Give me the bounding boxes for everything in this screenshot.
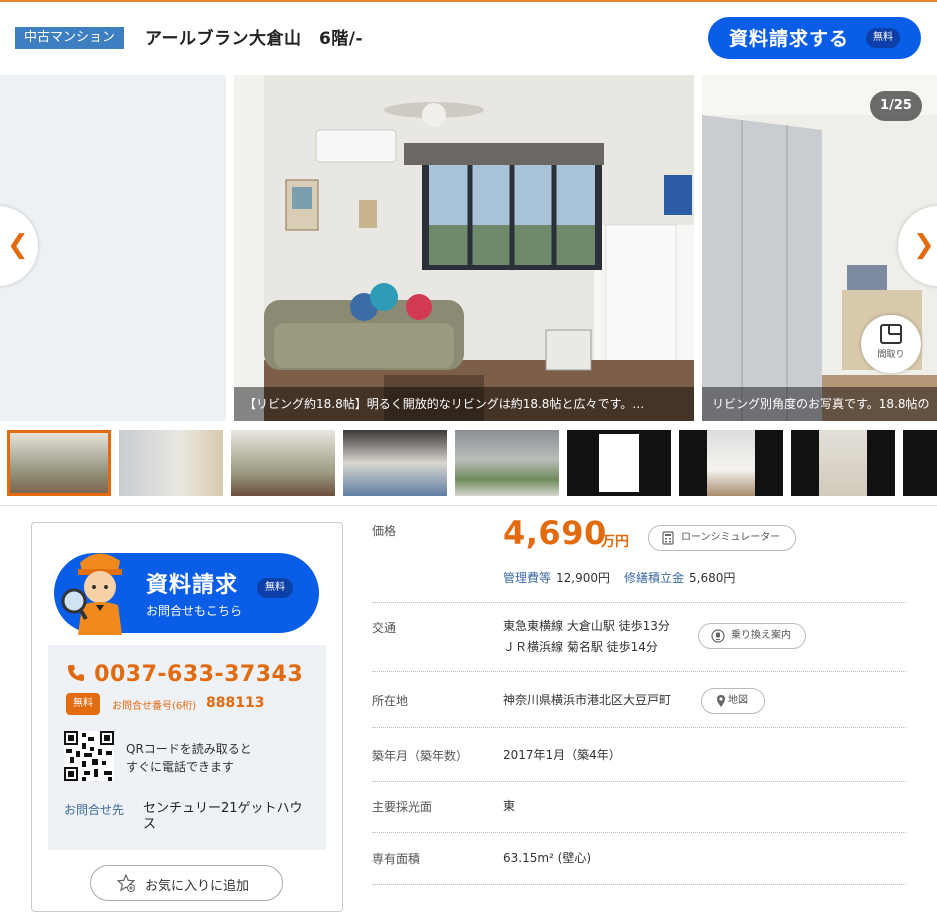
floorplan-thumbnail-image (599, 434, 639, 492)
request-main-label: 資料請求 (146, 573, 239, 598)
inquiry-number-label: お問合せ番号(6桁) (112, 701, 197, 712)
agent-label: お問合せ先 (64, 803, 125, 817)
free-call-badge: 無料 (66, 693, 100, 715)
price-value: 4,690 (503, 514, 607, 552)
request-sub-label: お問合せもこちら (146, 604, 243, 618)
train-icon (711, 629, 725, 643)
qr-code-icon (64, 731, 114, 781)
address-label: 所在地 (372, 694, 409, 708)
transfer-guide-label: 乗り換え案内 (731, 630, 791, 641)
repair-fund-value: 5,680円 (689, 571, 736, 585)
thumbnail-4[interactable] (343, 430, 447, 496)
add-favorite-label: お気に入りに追加 (145, 879, 250, 894)
row-divider (372, 671, 906, 672)
thumbnail-8[interactable] (791, 430, 895, 496)
lighting-label: 主要採光面 (372, 800, 433, 814)
inquiry-number: 888113 (206, 695, 265, 711)
main-photo[interactable]: 【リビング約18.8帖】明るく開放的なリビングは約18.8帖と広々です。… (234, 75, 694, 421)
free-badge-large: 無料 (257, 578, 293, 598)
add-favorite-button[interactable]: お気に入りに追加 (90, 865, 283, 901)
thumbnail-2[interactable] (119, 430, 223, 496)
transfer-guide-button[interactable]: 乗り換え案内 (698, 623, 806, 649)
thumbnail-9[interactable] (903, 430, 937, 496)
phone-icon (68, 665, 84, 681)
side-photo-caption: リビング別角度のお写真です。18.8帖の (702, 387, 937, 421)
chevron-right-icon: ❯ (913, 230, 935, 260)
agent-name: センチュリー21ゲットハウス (143, 801, 303, 832)
thumbnail-1[interactable] (7, 430, 111, 496)
phone-number[interactable]: 0037-633-37343 (66, 662, 303, 687)
price-unit: 万円 (601, 534, 629, 550)
row-divider (372, 884, 906, 885)
phone-number-text: 0037-633-37343 (94, 662, 304, 687)
built-date-label: 築年月（築年数） (372, 749, 469, 763)
thumbnail-5[interactable] (455, 430, 559, 496)
map-label: 地図 (728, 695, 748, 706)
floorplan-icon (880, 324, 902, 344)
mascot-icon (61, 553, 122, 635)
thumbnail-strip (0, 426, 937, 500)
free-badge: 無料 (866, 28, 900, 48)
floorplan-button[interactable]: 間取り (861, 315, 921, 373)
thumbnail-3[interactable] (231, 430, 335, 496)
request-info-button[interactable]: 資料請求する 無料 (708, 17, 921, 59)
qr-text-line-1: QRコードを読み取ると (126, 742, 252, 756)
property-type-tag: 中古マンション (15, 27, 125, 49)
access-line-1: 東急東横線 大倉山駅 徒歩13分 (503, 619, 670, 633)
star-plus-icon (117, 874, 135, 892)
access-label: 交通 (372, 621, 397, 635)
qr-text-line-2: すぐに電話できます (126, 760, 235, 774)
floorplan-label: 間取り (877, 350, 905, 360)
row-divider (372, 781, 906, 782)
thumbnail-6[interactable] (567, 430, 671, 496)
chevron-left-icon: ❮ (7, 230, 29, 260)
repair-fund-label: 修繕積立金 (624, 571, 685, 585)
map-button[interactable]: 地図 (701, 688, 765, 714)
row-divider (372, 727, 906, 728)
loan-simulator-label: ローンシミュレーター (681, 532, 781, 543)
living-room-photo (234, 75, 694, 421)
page-header: 中古マンション アールブラン大倉山 6階/- 資料請求する 無料 (0, 2, 937, 75)
built-date-value: 2017年1月（築4年） (503, 748, 621, 762)
request-info-label: 資料請求する (729, 28, 850, 50)
bathroom-thumbnail-image (819, 430, 867, 496)
photo-counter: 1/25 (870, 91, 922, 121)
map-pin-icon (717, 695, 725, 707)
access-line-2: ＪＲ横浜線 菊名駅 徒歩14分 (503, 640, 658, 654)
floor-area-label: 専有面積 (372, 852, 421, 866)
section-divider (0, 505, 937, 506)
price-label: 価格 (372, 524, 397, 538)
thumbnail-7[interactable] (679, 430, 783, 496)
kitchen-thumbnail-image (707, 430, 755, 496)
row-divider (372, 832, 906, 833)
row-divider (372, 602, 906, 603)
photo-gallery: 【リビング約18.8帖】明るく開放的なリビングは約18.8帖と広々です。… リビ… (0, 75, 937, 421)
calculator-icon (662, 531, 674, 545)
qr-code-instructions: QRコードを読み取ると すぐに電話できます (126, 740, 276, 776)
management-fee-label: 管理費等 (503, 571, 552, 585)
page-title: アールブラン大倉山 6階/- (145, 29, 364, 49)
loan-simulator-button[interactable]: ローンシミュレーター (648, 525, 796, 551)
main-photo-caption: 【リビング約18.8帖】明るく開放的なリビングは約18.8帖と広々です。… (234, 387, 694, 421)
lighting-value: 東 (503, 799, 516, 813)
floor-area-value: 63.15m² (壁心) (503, 851, 592, 865)
management-fee-value: 12,900円 (556, 571, 610, 585)
address-value: 神奈川県横浜市港北区大豆戸町 (503, 693, 672, 707)
